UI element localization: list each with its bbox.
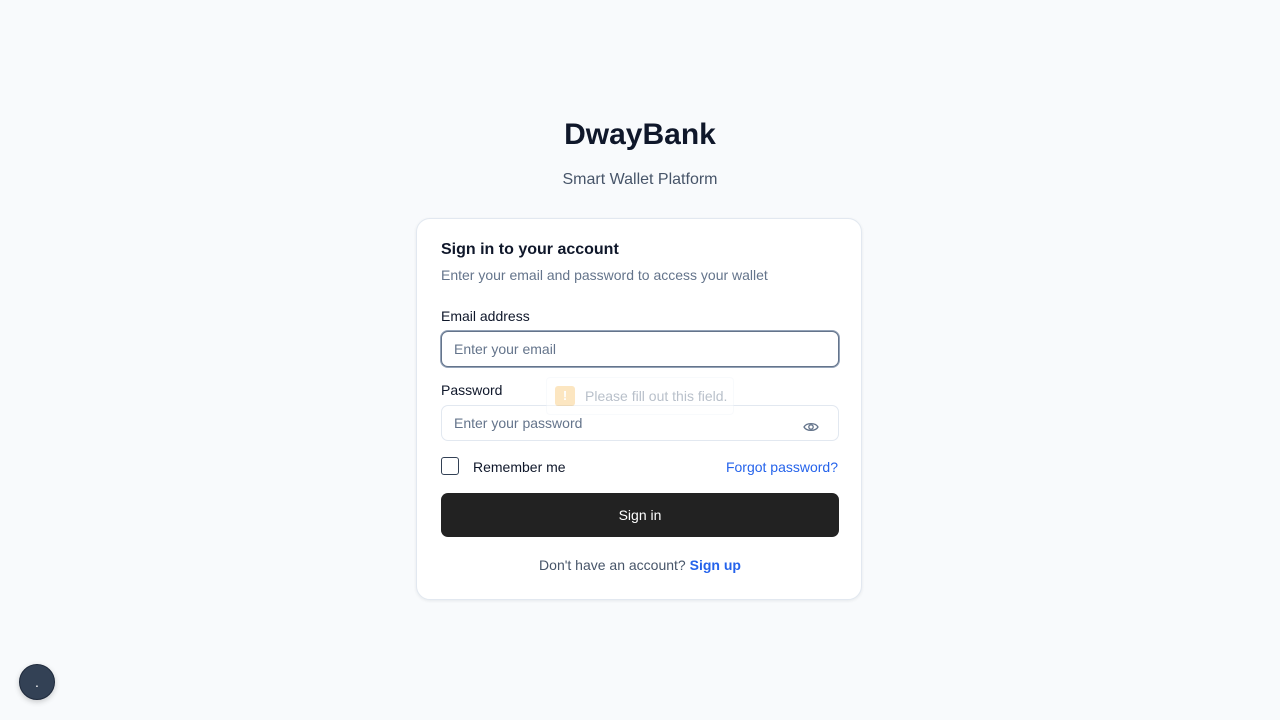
forgot-password-link[interactable]: Forgot password? <box>726 459 838 475</box>
dot-icon: . <box>35 674 39 690</box>
sign-in-button[interactable]: Sign in <box>441 493 839 537</box>
email-label: Email address <box>441 308 530 324</box>
validation-message: Please fill out this field. <box>585 388 728 404</box>
remember-me-checkbox[interactable] <box>441 457 459 475</box>
brand-subtitle: Smart Wallet Platform <box>562 171 718 188</box>
brand-title: DwayBank <box>564 118 716 151</box>
floating-action-button[interactable]: . <box>19 664 55 700</box>
warning-icon: ! <box>555 386 575 406</box>
validation-tooltip: ! Please fill out this field. <box>546 377 734 415</box>
password-label: Password <box>441 382 503 398</box>
remember-me-label[interactable]: Remember me <box>473 459 566 475</box>
brand-header: DwayBank Smart Wallet Platform <box>0 116 1280 190</box>
signup-prompt: Don't have an account? Sign up <box>417 557 863 573</box>
email-input[interactable] <box>441 331 839 367</box>
sign-in-card: Sign in to your account Enter your email… <box>416 218 862 600</box>
signup-prompt-text: Don't have an account? <box>539 557 686 573</box>
login-page: DwayBank Smart Wallet Platform Sign in t… <box>0 0 1280 720</box>
card-title: Sign in to your account <box>441 241 619 258</box>
card-description: Enter your email and password to access … <box>441 267 768 283</box>
eye-icon[interactable] <box>803 420 819 434</box>
sign-up-link[interactable]: Sign up <box>690 557 741 573</box>
